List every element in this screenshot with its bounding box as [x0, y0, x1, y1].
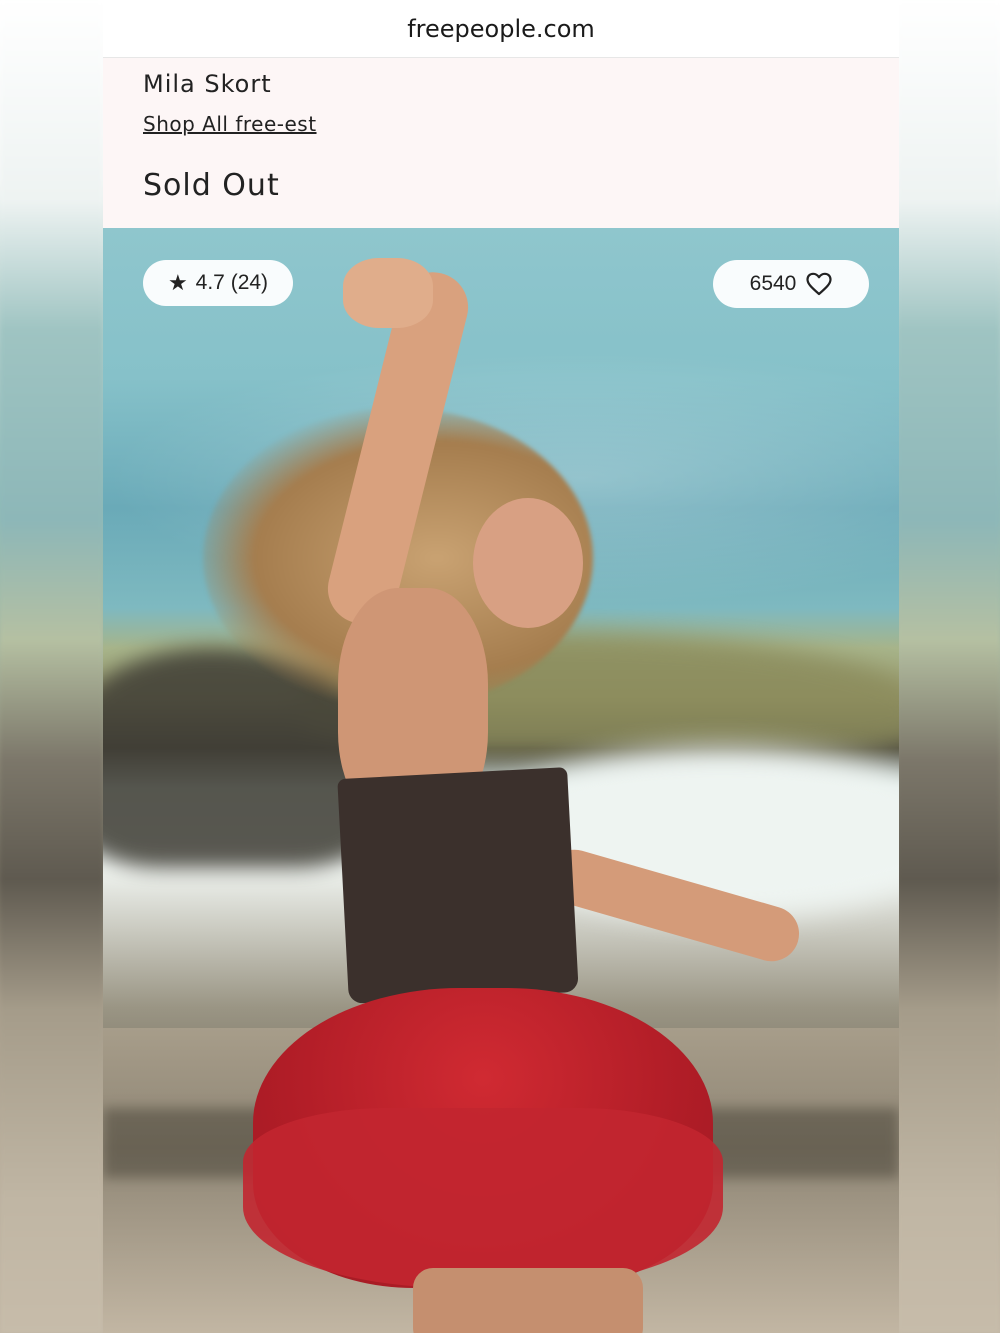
product-name: Mila Skort: [143, 70, 272, 98]
product-card: freepeople.com Mila Skort Shop All free-…: [103, 0, 899, 1333]
likes-count: 6540: [749, 272, 797, 295]
model-tube-top: [337, 767, 579, 1004]
product-info: Mila Skort Shop All free-est Sold Out: [103, 58, 899, 228]
heart-outline-icon: [806, 272, 832, 296]
background-blur-left: [0, 0, 103, 1333]
browser-url-bar[interactable]: freepeople.com: [103, 0, 899, 58]
model-legs: [413, 1268, 643, 1333]
model-head: [473, 498, 583, 628]
product-photo[interactable]: ★ 4.7 (24) 6540: [103, 228, 899, 1333]
shop-all-link[interactable]: Shop All free-est: [143, 112, 317, 136]
rating-text: 4.7 (24): [195, 271, 269, 294]
favorite-button[interactable]: 6540: [713, 260, 869, 308]
background-blur-right: [897, 0, 1000, 1333]
availability-status: Sold Out: [143, 168, 280, 203]
rating-badge[interactable]: ★ 4.7 (24): [143, 260, 293, 306]
skort-ruffle-tier: [243, 1108, 723, 1288]
model-raised-hand: [343, 258, 433, 328]
star-icon: ★: [167, 270, 188, 295]
url-text: freepeople.com: [407, 14, 595, 43]
